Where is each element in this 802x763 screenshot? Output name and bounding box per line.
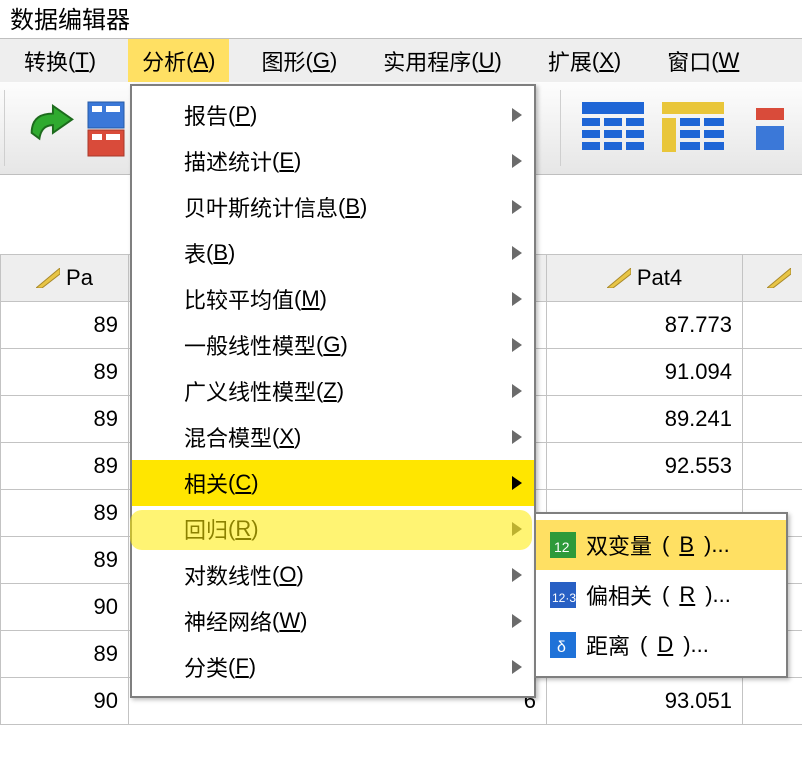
cell[interactable]: 89 [1,490,129,537]
cell[interactable]: 89 [1,631,129,678]
menu-extensions[interactable]: 扩展(X) [534,39,635,83]
menu-graphs[interactable]: 图形(G) [247,39,351,83]
submenu-arrow-icon [512,384,522,398]
menu-item-label: 分类 [184,651,228,683]
ruler-icon [36,268,60,288]
column-header-next[interactable] [743,255,802,302]
correlate-submenu-item[interactable]: δ距离(D)... [536,620,786,670]
analyze-menu-item[interactable]: 表(B) [132,230,534,276]
toolbar-unknown-button[interactable] [752,100,792,156]
analyze-menu-item[interactable]: 描述统计(E) [132,138,534,184]
menu-item-label: 表 [184,237,206,269]
cell[interactable]: 89 [1,302,129,349]
analyze-menu-item[interactable]: 比较平均值(M) [132,276,534,322]
analyze-menu-item[interactable]: 分类(F) [132,644,534,690]
menu-utilities[interactable]: 实用程序(U) [369,39,516,83]
submenu-item-label: 双变量 [586,529,652,561]
menu-item-label: 神经网络 [184,605,272,637]
cell[interactable] [743,302,802,349]
analyze-menu-item[interactable]: 相关(C) [132,460,534,506]
cell[interactable]: 91.094 [547,349,743,396]
column-header-pa[interactable]: Pa [1,255,129,302]
partial-icon: 12·3 [550,582,576,608]
window-title: 数据编辑器 [10,0,130,35]
menu-item-label: 回归 [184,513,228,545]
goto-case-button[interactable] [86,100,126,158]
submenu-arrow-icon [512,568,522,582]
toolbar-separator [4,90,5,166]
submenu-arrow-icon [512,660,522,674]
ruler-icon [767,268,791,288]
menu-utilities-label: 实用程序 [383,45,471,77]
correlate-submenu-item[interactable]: 12双变量(B)... [536,520,786,570]
cell[interactable]: 89 [1,349,129,396]
submenu-item-label: 偏相关 [586,579,652,611]
cell[interactable] [743,678,802,725]
cell[interactable] [743,349,802,396]
menu-transform[interactable]: 转换(T) [10,39,110,83]
analyze-menu-dropdown: 报告(P)描述统计(E)贝叶斯统计信息(B)表(B)比较平均值(M)一般线性模型… [130,84,536,698]
submenu-arrow-icon [512,614,522,628]
menu-item-label: 一般线性模型 [184,329,316,361]
submenu-arrow-icon [512,338,522,352]
submenu-arrow-icon [512,476,522,490]
submenu-arrow-icon [512,522,522,536]
cell[interactable]: 89 [1,443,129,490]
cell[interactable]: 90 [1,584,129,631]
menu-item-label: 比较平均值 [184,283,294,315]
correlate-submenu-item[interactable]: 12·3偏相关(R)... [536,570,786,620]
submenu-arrow-icon [512,154,522,168]
column-header-pat4[interactable]: Pat4 [547,255,743,302]
menu-graphs-label: 图形 [261,45,305,77]
cell[interactable]: 93.051 [547,678,743,725]
crosstab-button[interactable] [660,100,726,156]
submenu-arrow-icon [512,430,522,444]
ruler-icon [607,268,631,288]
menu-item-label: 报告 [184,99,228,131]
analyze-menu-item[interactable]: 对数线性(O) [132,552,534,598]
cell[interactable]: 92.553 [547,443,743,490]
cell[interactable]: 87.773 [547,302,743,349]
menu-item-label: 广义线性模型 [184,375,316,407]
submenu-arrow-icon [512,108,522,122]
correlate-submenu: 12双变量(B)...12·3偏相关(R)...δ距离(D)... [534,512,788,678]
analyze-menu-item[interactable]: 神经网络(W) [132,598,534,644]
menu-item-label: 描述统计 [184,145,272,177]
menu-analyze[interactable]: 分析(A) [128,39,229,83]
analyze-menu-item[interactable]: 混合模型(X) [132,414,534,460]
distance-icon: δ [550,632,576,658]
analyze-menu-item[interactable]: 广义线性模型(Z) [132,368,534,414]
cell[interactable]: 89 [1,396,129,443]
bivariate-icon: 12 [550,532,576,558]
svg-text:δ: δ [557,639,566,656]
menu-item-label: 相关 [184,467,228,499]
menu-extensions-label: 扩展 [548,45,592,77]
analyze-menu-item[interactable]: 回归(R) [132,506,534,552]
menu-transform-label: 转换 [24,45,68,77]
menu-item-label: 混合模型 [184,421,272,453]
cell[interactable] [743,443,802,490]
analyze-menu-item[interactable]: 报告(P) [132,92,534,138]
submenu-item-label: 距离 [586,629,630,661]
submenu-arrow-icon [512,200,522,214]
submenu-arrow-icon [512,246,522,260]
cell[interactable]: 89 [1,537,129,584]
menu-item-label: 贝叶斯统计信息 [184,191,338,223]
redo-button[interactable] [22,100,80,158]
menu-window[interactable]: 窗口(W [653,39,753,83]
svg-text:12: 12 [554,539,570,555]
submenu-arrow-icon [512,292,522,306]
menu-item-label: 对数线性 [184,559,272,591]
menu-analyze-label: 分析 [142,45,186,77]
menu-window-label: 窗口 [667,45,711,77]
data-grid-button[interactable] [580,100,646,156]
svg-text:12·3: 12·3 [552,591,576,605]
cell[interactable]: 90 [1,678,129,725]
analyze-menu-item[interactable]: 贝叶斯统计信息(B) [132,184,534,230]
cell[interactable]: 89.241 [547,396,743,443]
toolbar-separator [560,90,561,166]
cell[interactable] [743,396,802,443]
analyze-menu-item[interactable]: 一般线性模型(G) [132,322,534,368]
menu-bar: 转换(T) 分析(A) 图形(G) 实用程序(U) 扩展(X) 窗口(W [0,38,802,84]
